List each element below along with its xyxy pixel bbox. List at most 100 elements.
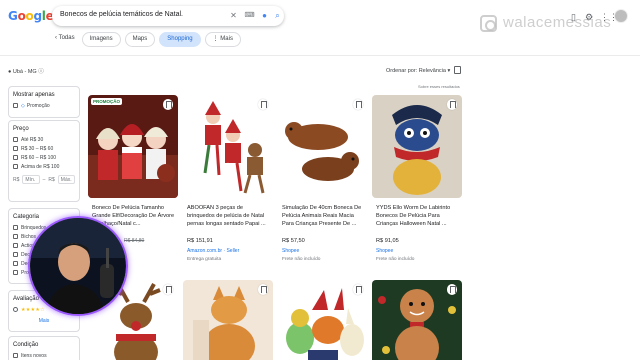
streamer-webcam-image bbox=[30, 218, 126, 314]
product-image[interactable] bbox=[183, 95, 273, 198]
filter-promo[interactable]: ◇ Promoção bbox=[9, 101, 79, 110]
product-title[interactable]: ABOOFAN 3 peças de brinquedos de pelúcia… bbox=[187, 204, 271, 228]
location[interactable]: ● Ubá - MG ⓘ bbox=[8, 67, 44, 75]
logo-letter: o bbox=[17, 9, 26, 23]
product-card[interactable] bbox=[183, 280, 273, 360]
logo-letter: g bbox=[33, 9, 42, 23]
product-price: R$ 84,80 bbox=[124, 238, 145, 244]
tab-maps[interactable]: Maps bbox=[124, 32, 156, 47]
checkbox[interactable] bbox=[13, 260, 18, 266]
santa-dolls-image bbox=[183, 95, 273, 198]
product-store[interactable]: Shopee bbox=[376, 248, 393, 254]
webcam-overlay bbox=[28, 216, 128, 316]
tag-icon: ◇ bbox=[21, 102, 25, 109]
more-ratings-link[interactable]: Mais bbox=[9, 314, 79, 330]
microphone-icon[interactable]: ● bbox=[259, 10, 270, 21]
price-option[interactable]: Até R$ 30 bbox=[9, 135, 79, 144]
view-toggle-icon[interactable] bbox=[454, 66, 461, 74]
sort-dropdown[interactable]: Ordenar por: Relevância ▾ bbox=[386, 68, 450, 74]
product-title[interactable]: Simulação De 40cm Boneca De Pelúcia Anim… bbox=[282, 204, 366, 228]
bookmark-icon[interactable] bbox=[447, 99, 457, 110]
search-input[interactable]: Bonecos de pelúcia temáticos de Natal. bbox=[60, 11, 183, 18]
checkbox[interactable] bbox=[13, 102, 18, 108]
bookmark-icon[interactable] bbox=[353, 99, 363, 110]
product-shipping: Entrega gratuita bbox=[187, 257, 222, 262]
product-card[interactable]: Simulação De 40cm Boneca De Pelúcia Anim… bbox=[278, 95, 368, 275]
price-range: R$ Mín. – R$ Máx. bbox=[9, 171, 79, 188]
tab-shopping[interactable]: Shopping bbox=[159, 32, 201, 47]
chevron-down-icon: ▾ bbox=[447, 68, 451, 74]
elf-dolls-image bbox=[88, 95, 178, 198]
product-store[interactable]: Shopee bbox=[282, 248, 299, 254]
filter-title: Preço bbox=[13, 126, 29, 132]
product-card[interactable] bbox=[372, 280, 462, 360]
keyboard-icon[interactable]: ⌨ bbox=[244, 10, 255, 21]
clear-icon[interactable]: ✕ bbox=[228, 10, 239, 21]
product-image[interactable]: PROMOÇÃO bbox=[88, 95, 178, 198]
product-shipping: Frete não incluído bbox=[376, 257, 415, 262]
product-card[interactable]: YYDS Ello Worm De Labirinto Bonecos De P… bbox=[372, 95, 462, 275]
bookmark-icon[interactable] bbox=[447, 284, 457, 295]
product-image[interactable] bbox=[372, 95, 462, 198]
bookmark-icon[interactable] bbox=[163, 99, 173, 110]
checkbox[interactable] bbox=[13, 352, 18, 358]
labs-icon[interactable]: ▯ bbox=[571, 11, 576, 23]
checkbox[interactable] bbox=[13, 154, 18, 160]
radio[interactable] bbox=[13, 306, 18, 312]
otter-plush-image bbox=[278, 95, 368, 198]
filter-show-only: Mostrar apenas ◇ Promoção bbox=[8, 86, 80, 118]
filter-title: Condição bbox=[13, 342, 39, 348]
product-shipping: Frete não incluído bbox=[282, 257, 321, 262]
checkbox[interactable] bbox=[13, 251, 18, 257]
search-box[interactable]: Bonecos de pelúcia temáticos de Natal. ✕… bbox=[52, 6, 284, 26]
checkbox[interactable] bbox=[13, 242, 18, 248]
help-icon: ⓘ bbox=[38, 69, 44, 75]
price-option[interactable]: R$ 30 – R$ 60 bbox=[9, 144, 79, 153]
price-option[interactable]: Acima de R$ 100 bbox=[9, 162, 79, 171]
filter-price: Preço Até R$ 30 R$ 30 – R$ 60 R$ 60 – R$… bbox=[8, 120, 80, 202]
promo-badge: PROMOÇÃO bbox=[91, 98, 122, 105]
checkbox[interactable] bbox=[13, 136, 18, 142]
product-image[interactable] bbox=[278, 280, 368, 360]
product-card[interactable] bbox=[278, 280, 368, 360]
checkbox[interactable] bbox=[13, 233, 18, 239]
search-tabs: ‹ Todas Imagens Maps Shopping ⋮ Mais bbox=[52, 32, 241, 47]
bookmark-icon[interactable] bbox=[353, 284, 363, 295]
min-price-input[interactable]: Mín. bbox=[22, 175, 40, 184]
star-rating-icon: ★★★★☆ bbox=[21, 306, 45, 313]
watermark-text: walacemessias bbox=[503, 14, 612, 31]
worm-plush-image bbox=[372, 95, 462, 198]
tab-more[interactable]: ⋮ Mais bbox=[204, 32, 241, 47]
product-image[interactable] bbox=[278, 95, 368, 198]
filter-title: Mostrar apenas bbox=[13, 92, 55, 98]
product-price: R$ 57,50 bbox=[282, 238, 305, 244]
product-price: R$ 151,91 bbox=[187, 238, 213, 244]
product-image[interactable] bbox=[183, 280, 273, 360]
checkbox[interactable] bbox=[13, 224, 18, 230]
about-results-link[interactable]: Sobre esses resultados bbox=[418, 84, 460, 89]
product-card[interactable]: ABOOFAN 3 peças de brinquedos de pelúcia… bbox=[183, 95, 273, 275]
bookmark-icon[interactable] bbox=[258, 284, 268, 295]
checkbox[interactable] bbox=[13, 269, 18, 275]
product-title[interactable]: YYDS Ello Worm De Labirinto Bonecos De P… bbox=[376, 204, 460, 228]
tab-all[interactable]: ‹ Todas bbox=[52, 32, 78, 47]
header-divider bbox=[0, 55, 640, 56]
google-logo[interactable]: Google bbox=[8, 9, 54, 23]
condition-option[interactable]: Itens novos bbox=[9, 351, 79, 360]
settings-icon[interactable]: ⚙ bbox=[585, 11, 593, 23]
tab-images[interactable]: Imagens bbox=[81, 32, 121, 47]
product-image[interactable] bbox=[372, 280, 462, 360]
bookmark-icon[interactable] bbox=[163, 284, 173, 295]
search-icon[interactable]: ⌕ bbox=[272, 10, 283, 21]
checkbox[interactable] bbox=[13, 145, 18, 151]
account-avatar[interactable] bbox=[614, 9, 628, 23]
filter-condition: Condição Itens novos bbox=[8, 336, 80, 360]
checkbox[interactable] bbox=[13, 163, 18, 169]
product-store[interactable]: Amazon.com.br · Seller bbox=[187, 248, 239, 254]
logo-letter: G bbox=[8, 9, 18, 23]
price-option[interactable]: R$ 60 – R$ 100 bbox=[9, 153, 79, 162]
bookmark-icon[interactable] bbox=[258, 99, 268, 110]
shopping-results-page: Google Bonecos de pelúcia temáticos de N… bbox=[0, 0, 640, 360]
instagram-icon bbox=[480, 14, 497, 32]
max-price-input[interactable]: Máx. bbox=[57, 175, 75, 184]
